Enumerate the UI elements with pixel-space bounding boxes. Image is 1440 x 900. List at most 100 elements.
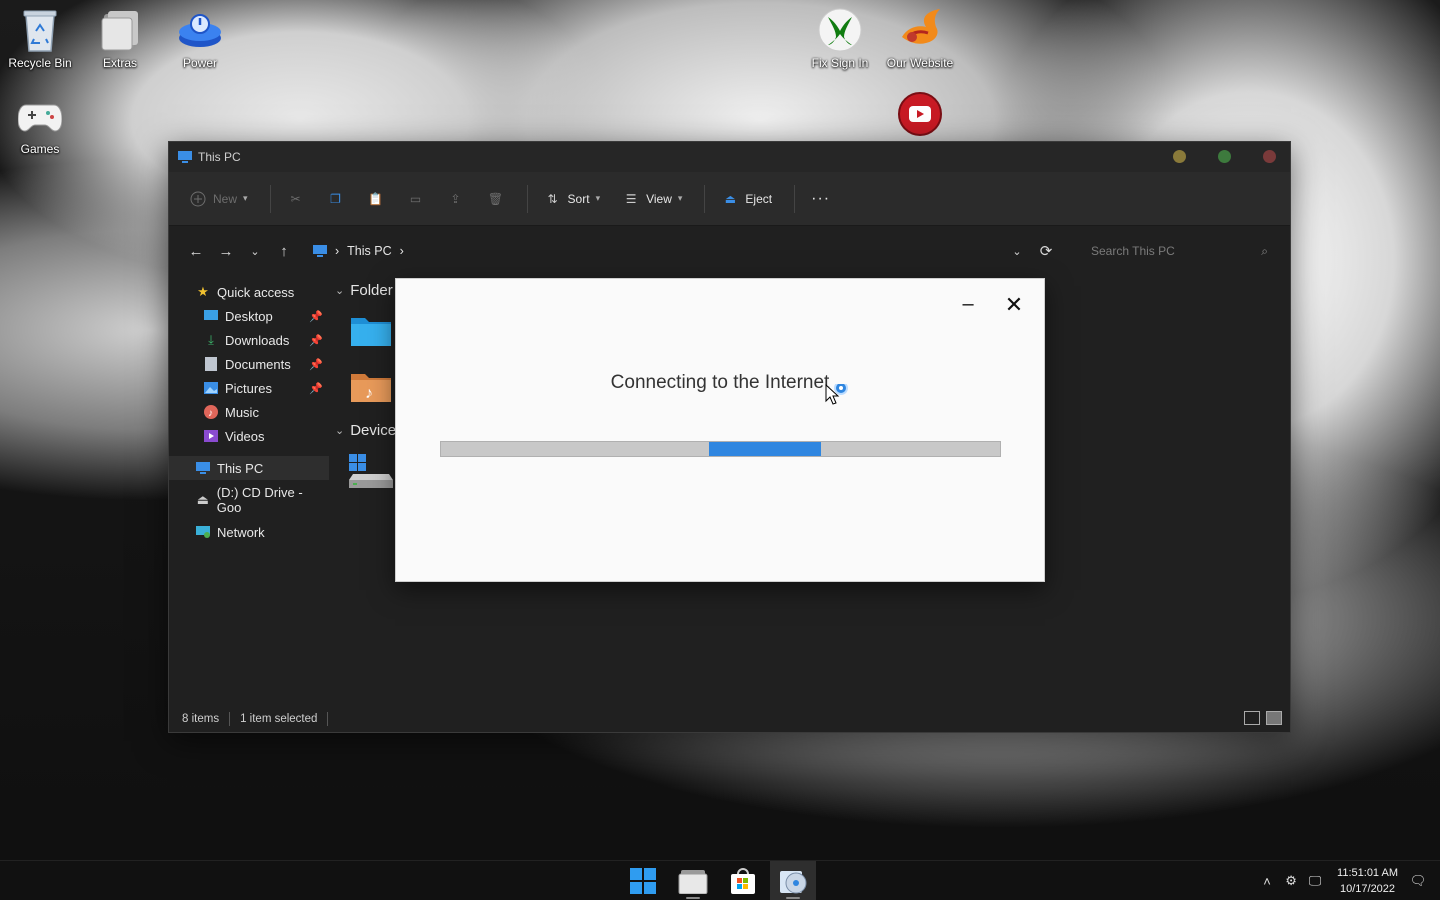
folders-header-label: Folder (350, 282, 393, 299)
dialog-minimize-button[interactable]: – (956, 293, 980, 317)
recycle-bin-shortcut[interactable]: Recycle Bin (0, 2, 80, 70)
progress-indicator (709, 442, 822, 456)
plus-circle-icon (189, 190, 207, 208)
nav-quick-access[interactable]: ★ Quick access (169, 280, 329, 304)
extras-shortcut[interactable]: Extras (80, 2, 160, 70)
sort-button[interactable]: ⇅ Sort ▾ (536, 184, 609, 214)
breadcrumb-this-pc[interactable]: This PC (347, 244, 391, 258)
games-label: Games (20, 142, 60, 156)
command-bar: New ▾ ✂ ❐ 📋 ▭ ⇪ 🗑 ⇅ Sort ▾ ☰ View ▾ ⏏ Ej… (169, 172, 1290, 226)
desktop-folder-tile[interactable] (349, 314, 393, 353)
recent-locations-chevron-icon[interactable]: ⌄ (241, 245, 269, 258)
up-arrow-icon[interactable]: ↑ (269, 243, 299, 260)
pin-icon: 📌 (309, 358, 323, 371)
trash-icon: 🗑 (487, 191, 504, 206)
local-disk-tile[interactable] (349, 454, 393, 495)
breadcrumb[interactable]: › This PC › (313, 244, 404, 258)
eject-icon: ⏏ (724, 191, 737, 206)
item-count: 8 items (182, 713, 220, 725)
taskbar-store[interactable] (720, 861, 766, 900)
search-input[interactable]: Search This PC ⌕ (1081, 237, 1276, 265)
pictures-icon (203, 380, 219, 396)
refresh-icon[interactable]: ⟳ (1031, 242, 1061, 260)
status-divider (229, 712, 231, 726)
music-folder-tile[interactable]: ♪ (349, 370, 393, 409)
this-pc-icon (195, 460, 211, 476)
document-icon (203, 356, 219, 372)
nav-network[interactable]: Network (169, 520, 329, 544)
view-list-icon: ☰ (625, 191, 637, 206)
chevron-down-icon: ⌄ (335, 285, 345, 297)
start-button[interactable] (620, 861, 666, 900)
selection-count: 1 item selected (240, 713, 318, 725)
display-icon[interactable]: 🖵 (1303, 873, 1327, 889)
nav-cd-drive[interactable]: ⏏ (D:) CD Drive - Goo (169, 485, 329, 515)
games-shortcut[interactable]: Games (0, 88, 80, 156)
delete-button[interactable]: 🗑 (479, 184, 513, 214)
more-options-button[interactable]: ··· (803, 184, 838, 214)
toolbar-divider (269, 184, 271, 213)
minimize-button[interactable] (1173, 150, 1186, 163)
folders-group-header[interactable]: ⌄ Folder (335, 282, 393, 299)
desktop-icon (203, 308, 219, 324)
recycle-bin-icon (16, 6, 64, 54)
new-button[interactable]: New ▾ (181, 184, 256, 214)
taskbar: ˄ ⚙ 🖵 11:51:01 AM 10/17/2022 🗨 (0, 860, 1440, 900)
address-actions: ⌄ ⟳ Search This PC ⌕ (1003, 226, 1276, 276)
devices-group-header[interactable]: ⌄ Device (335, 422, 396, 439)
notifications-icon[interactable]: 🗨 (1406, 873, 1430, 889)
clock[interactable]: 11:51:01 AM 10/17/2022 (1337, 865, 1398, 897)
cut-button[interactable]: ✂ (279, 184, 313, 214)
details-view-icon[interactable] (1244, 711, 1260, 725)
view-button[interactable]: ☰ View ▾ (614, 184, 690, 214)
nav-downloads[interactable]: ⤓ Downloads 📌 (169, 328, 329, 352)
nav-pictures[interactable]: Pictures 📌 (169, 376, 329, 400)
back-arrow-icon[interactable]: ← (181, 243, 211, 260)
nav-videos[interactable]: Videos (169, 424, 329, 448)
nav-quick-access-label: Quick access (217, 284, 295, 300)
setup-disc-icon (780, 871, 807, 894)
nav-this-pc[interactable]: This PC (169, 456, 329, 480)
youtube-icon (896, 90, 944, 138)
maximize-button[interactable] (1218, 150, 1231, 163)
power-shortcut[interactable]: Power (160, 2, 240, 70)
nav-music[interactable]: ♪ Music (169, 400, 329, 424)
our-website-label: Our Website (886, 56, 954, 70)
nav-cd-drive-label: (D:) CD Drive - Goo (216, 485, 303, 515)
eject-button[interactable]: ⏏ Eject (713, 184, 780, 214)
taskbar-setup-app[interactable] (770, 861, 816, 900)
star-icon: ★ (197, 284, 209, 299)
rename-button[interactable]: ▭ (399, 184, 433, 214)
paste-button[interactable]: 📋 (359, 184, 393, 214)
fix-sign-in-shortcut[interactable]: Fix Sign In (800, 2, 880, 70)
taskbar-apps (620, 861, 816, 900)
window-title: This PC (198, 150, 241, 164)
youtube-shortcut[interactable] (880, 86, 960, 140)
close-button[interactable] (1263, 150, 1276, 163)
taskbar-file-explorer[interactable] (670, 861, 716, 900)
pin-icon: 📌 (309, 334, 323, 347)
power-icon (176, 6, 224, 54)
tiles-view-icon[interactable] (1266, 711, 1282, 725)
gamepad-icon (16, 92, 64, 140)
nav-documents[interactable]: Documents 📌 (169, 352, 329, 376)
our-website-shortcut[interactable]: Our Website (880, 2, 960, 70)
rename-icon: ▭ (409, 191, 422, 206)
nav-documents-label: Documents (225, 356, 291, 372)
show-hidden-icons-chevron-icon[interactable]: ˄ (1255, 874, 1279, 889)
window-controls (1173, 150, 1276, 163)
share-button[interactable]: ⇪ (439, 184, 473, 214)
status-divider (327, 712, 329, 726)
chevron-down-icon: ▾ (243, 193, 248, 203)
dialog-close-button[interactable]: ✕ (1002, 293, 1026, 317)
svg-text:♪: ♪ (365, 385, 373, 402)
connecting-dialog: – ✕ Connecting to the Internet (395, 278, 1045, 582)
forward-arrow-icon[interactable]: → (211, 243, 241, 260)
explorer-titlebar[interactable]: This PC (169, 142, 1290, 172)
address-dropdown-chevron-icon[interactable]: ⌄ (1003, 245, 1031, 258)
copy-button[interactable]: ❐ (319, 184, 353, 214)
view-toggles (1244, 711, 1282, 725)
nav-desktop[interactable]: Desktop 📌 (169, 304, 329, 328)
progress-bar (440, 441, 1001, 457)
network-status-icon[interactable]: ⚙ (1279, 873, 1303, 889)
